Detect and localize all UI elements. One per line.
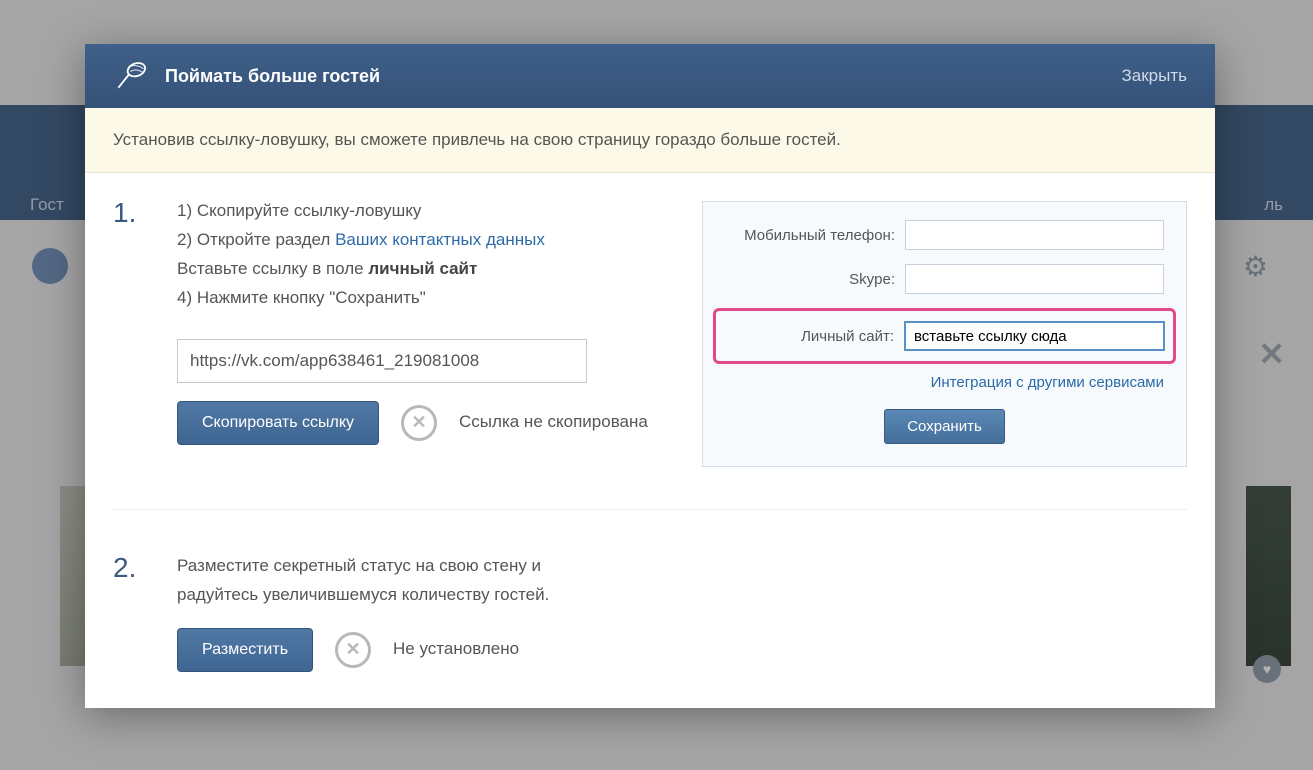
modal-header: Поймать больше гостей Закрыть — [85, 44, 1215, 108]
example-mobile-input — [905, 220, 1164, 250]
close-button[interactable]: Закрыть — [1122, 66, 1187, 86]
copy-status-text: Ссылка не скопирована — [459, 408, 648, 437]
net-icon — [113, 58, 149, 94]
modal-dialog: Поймать больше гостей Закрыть Установив … — [85, 44, 1215, 708]
step-2-content: Разместите секретный статус на свою стен… — [177, 552, 1187, 672]
step-1-line-1: 1) Скопируйте ссылку-ловушку — [177, 197, 682, 226]
example-panel: Мобильный телефон: Skype: Личный сайт: И… — [702, 201, 1187, 467]
step-2-actions: Разместить ✕ Не установлено — [177, 628, 1187, 672]
step-1-line-3-bold: личный сайт — [368, 259, 477, 278]
trap-url-input[interactable] — [177, 339, 587, 383]
example-skype-label: Skype: — [725, 271, 895, 288]
post-button[interactable]: Разместить — [177, 628, 313, 672]
status-x-icon-2: ✕ — [335, 632, 371, 668]
contact-data-link[interactable]: Ваших контактных данных — [335, 230, 545, 249]
step-1-line-3: Вставьте ссылку в поле личный сайт — [177, 255, 682, 284]
modal-title: Поймать больше гостей — [165, 66, 1122, 87]
post-status-text: Не установлено — [393, 635, 519, 664]
step-1: 1. 1) Скопируйте ссылку-ловушку 2) Откро… — [113, 189, 1187, 467]
step-1-line-2-prefix: 2) Откройте раздел — [177, 230, 335, 249]
example-site-highlight: Личный сайт: — [713, 308, 1176, 364]
info-banner: Установив ссылку-ловушку, вы сможете при… — [85, 108, 1215, 173]
example-mobile-row: Мобильный телефон: — [725, 220, 1164, 250]
step-1-content: 1) Скопируйте ссылку-ловушку 2) Откройте… — [177, 197, 682, 467]
step-2: 2. Разместите секретный статус на свою с… — [113, 509, 1187, 672]
step-1-line-2: 2) Откройте раздел Ваших контактных данн… — [177, 226, 682, 255]
example-save-button: Сохранить — [884, 409, 1005, 444]
modal-body: 1. 1) Скопируйте ссылку-ловушку 2) Откро… — [85, 173, 1215, 708]
example-site-input — [904, 321, 1165, 351]
example-integration-row: Интеграция с другими сервисами — [725, 374, 1164, 391]
step-1-line-4: 4) Нажмите кнопку "Сохранить" — [177, 284, 682, 313]
status-x-icon: ✕ — [401, 405, 437, 441]
example-site-label: Личный сайт: — [724, 328, 894, 345]
step-1-actions: Скопировать ссылку ✕ Ссылка не скопирова… — [177, 401, 682, 445]
example-skype-row: Skype: — [725, 264, 1164, 294]
integration-link: Интеграция с другими сервисами — [931, 374, 1164, 391]
copy-link-button[interactable]: Скопировать ссылку — [177, 401, 379, 445]
example-mobile-label: Мобильный телефон: — [725, 227, 895, 244]
step-2-number: 2. — [113, 552, 157, 672]
step-1-line-3-prefix: Вставьте ссылку в поле — [177, 259, 368, 278]
step-1-number: 1. — [113, 197, 157, 467]
example-skype-input — [905, 264, 1164, 294]
step-2-text: Разместите секретный статус на свою стен… — [177, 552, 597, 610]
